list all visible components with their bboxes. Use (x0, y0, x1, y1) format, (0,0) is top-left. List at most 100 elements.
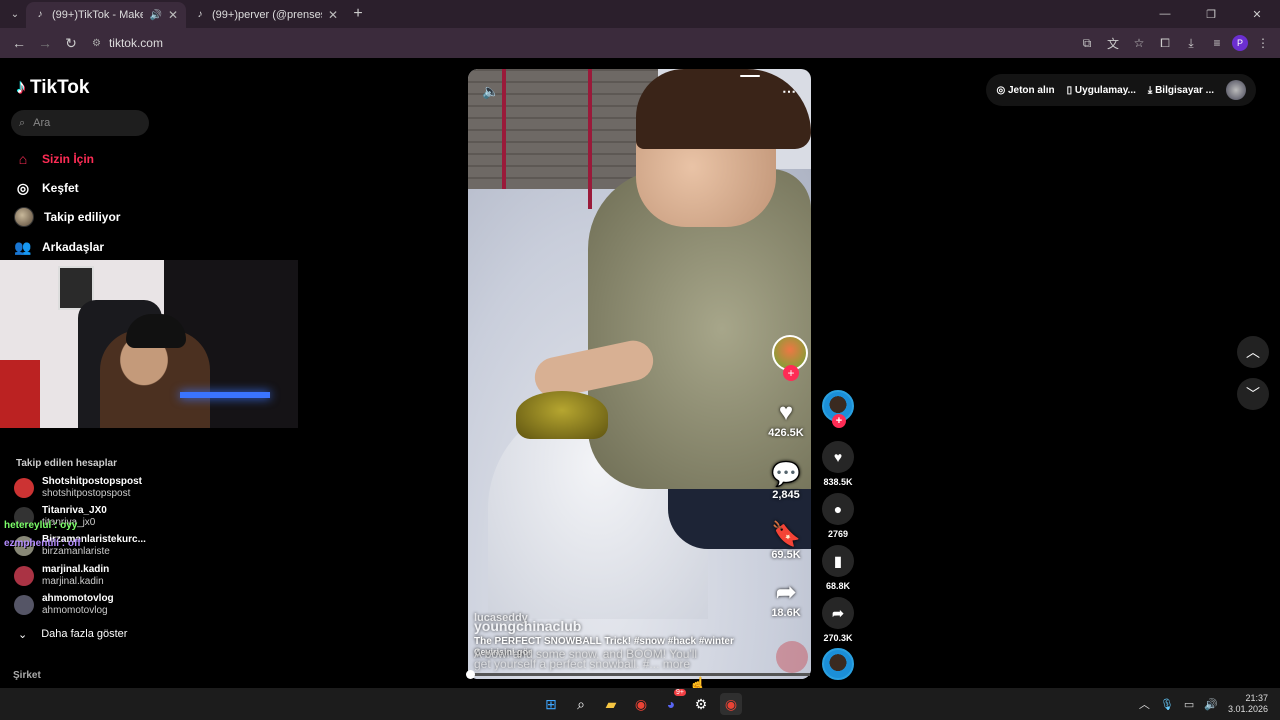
network-icon[interactable]: ▭ (1184, 698, 1194, 711)
home-icon: ⌂ (18, 151, 28, 167)
follow-plus-icon[interactable]: + (832, 414, 846, 428)
show-more-button[interactable]: ⌄ Daha fazla göster (18, 628, 127, 641)
forward-icon[interactable]: → (32, 35, 58, 51)
bookmark-icon: 🔖 (771, 521, 801, 548)
close-window-icon[interactable]: ✕ (1234, 8, 1280, 21)
discord-icon[interactable]: ◕ 9+ (660, 689, 686, 715)
discord-badge: 9+ (674, 689, 686, 696)
browser-tab-tiktok[interactable]: ♪ (99+)TikTok - Make Your Da 🔊 ✕ (26, 2, 186, 28)
extensions-icon[interactable]: ⧠ (1154, 36, 1176, 51)
previous-video-button[interactable]: ︿ (1237, 336, 1269, 368)
get-coins-button[interactable]: ◎ Jeton alın (996, 85, 1054, 96)
tab-close-icon[interactable]: ✕ (168, 8, 178, 22)
video-player[interactable]: 🔈 ⋯ + ♥ 426.5K 💬 2,845 🔖 69.5K ➦ 18.6K l… (468, 69, 811, 679)
next-video-button[interactable]: ﹀ (1237, 378, 1269, 410)
share-icon: ➦ (775, 579, 797, 606)
share-count: 270.3K (823, 633, 853, 643)
nav-following[interactable]: Takip ediliyor (14, 207, 120, 227)
nav-for-you[interactable]: ⌂ Sizin İçin (14, 150, 94, 168)
video-title: The PERFECT SNOWBALL Trick! #snow #hack … (474, 636, 734, 647)
nav-label: Sizin İçin (42, 152, 95, 166)
url-field[interactable]: ⚙ tiktok.com (84, 31, 1064, 55)
menu-kebab-icon[interactable]: ⋮ (1252, 36, 1274, 50)
minimize-icon[interactable]: — (1142, 8, 1188, 21)
tiktok-note-icon: ♪ (16, 76, 26, 98)
windows-start-icon[interactable]: ⊞ (540, 693, 562, 715)
tab-close-icon[interactable]: ✕ (328, 8, 338, 22)
video-progress-bar[interactable] (466, 670, 810, 679)
account-name: Titanriva_JX0 (42, 505, 107, 516)
address-bar: ← → ↻ ⚙ tiktok.com ⧉ 文 ☆ ⧠ ⤓ ≡ P ⋮ (0, 28, 1280, 58)
new-tab-button[interactable]: + (346, 5, 370, 23)
restore-icon[interactable]: ❐ (1188, 8, 1234, 21)
nav-explore[interactable]: ◎ Keşfet (14, 179, 79, 197)
pc-app-button[interactable]: ⤓ Bilgisayar ... (1148, 85, 1214, 96)
settings-icon[interactable]: ⚙ (690, 693, 712, 715)
translate-icon[interactable]: 文 (1102, 35, 1124, 52)
chrome-icon-active[interactable]: ◉ (720, 693, 742, 715)
save-button[interactable]: ▮ 68.8K (818, 545, 858, 591)
show-more-label: Daha fazla göster (41, 628, 128, 640)
creator-avatar-button[interactable]: + (818, 390, 858, 428)
share-icon[interactable]: ➦ (822, 597, 854, 629)
bookmark-star-icon[interactable]: ☆ (1128, 36, 1150, 50)
overlay-comment-count: 2,845 (772, 489, 800, 501)
overlay-save: 🔖 69.5K (765, 521, 807, 561)
heart-icon: ♥ (778, 399, 794, 426)
comment-icon[interactable]: ● (822, 493, 854, 525)
more-options-icon[interactable]: ⋯ (782, 83, 796, 100)
like-button[interactable]: ♥ 838.5K (818, 441, 858, 487)
get-app-button[interactable]: ▯ Uygulamay... (1067, 85, 1136, 96)
video-caption: lucaseddy youngchinaclub The PERFECT SNO… (474, 612, 804, 671)
share-button[interactable]: ➦ 270.3K (818, 597, 858, 643)
audio-icon[interactable]: 🔊 (149, 10, 161, 21)
bookmark-icon[interactable]: ▮ (822, 545, 854, 577)
sound-disc-icon[interactable] (822, 648, 854, 680)
tray-chevron-up-icon[interactable]: ︿ (1139, 696, 1150, 712)
account-handle: shotshitpostopspost (42, 488, 131, 499)
sound-avatar[interactable] (818, 648, 858, 680)
download-icon[interactable]: ⤓ (1180, 36, 1202, 51)
compass-icon: ◎ (16, 179, 30, 196)
search-icon: ⌕ (19, 116, 26, 129)
chrome-icon[interactable]: ◉ (630, 693, 652, 715)
volume-icon[interactable]: 🔊 (1204, 698, 1218, 711)
install-app-icon[interactable]: ⧉ (1076, 36, 1098, 51)
browser-tab-strip: ⌄ ♪ (99+)TikTok - Make Your Da 🔊 ✕ ♪ (99… (0, 0, 1280, 28)
microphone-icon[interactable]: 🎙 (1160, 698, 1174, 711)
overlay-like-count: 426.5K (768, 427, 804, 439)
volume-icon[interactable]: 🔈 (482, 83, 499, 100)
reading-list-icon[interactable]: ≡ (1206, 36, 1228, 50)
comment-icon: 💬 (771, 461, 801, 488)
user-avatar[interactable] (1226, 80, 1246, 100)
tiktok-page: ♪ TikTok ⌕ Ara ⌂ Sizin İçin ◎ Keşfet Tak… (0, 58, 1280, 688)
following-account-item[interactable]: ahmomotovlog ahmomotovlog (14, 593, 114, 617)
comment-count: 2769 (827, 529, 849, 539)
site-info-icon[interactable]: ⚙ (92, 38, 101, 49)
profile-avatar[interactable]: P (1232, 35, 1248, 51)
back-icon[interactable]: ← (6, 35, 32, 51)
search-icon[interactable]: ⌕ (570, 693, 592, 715)
file-explorer-icon[interactable]: ▰ (600, 693, 622, 715)
heart-icon[interactable]: ♥ (822, 441, 854, 473)
search-input[interactable]: ⌕ Ara (11, 110, 149, 136)
video-description-more[interactable]: get yourself a perfect snowball. #... mo… (474, 657, 804, 671)
progress-handle[interactable] (466, 670, 475, 679)
tab-search-icon[interactable]: ⌄ (4, 3, 26, 25)
comment-button[interactable]: ● 2769 (818, 493, 858, 539)
following-avatar-icon (14, 207, 34, 227)
clock[interactable]: 21:37 3.01.2026 (1228, 693, 1268, 715)
nav-friends[interactable]: 👥 Arkadaşlar (14, 238, 104, 256)
tab-label: (99+)perver (@prensesperver) | (212, 9, 322, 21)
reload-icon[interactable]: ↻ (58, 35, 84, 52)
friends-icon: 👥 (14, 238, 32, 255)
following-accounts-title: Takip edilen hesaplar (16, 458, 117, 469)
browser-tab-perver[interactable]: ♪ (99+)perver (@prensesperver) | ✕ (186, 2, 346, 28)
video-username[interactable]: youngchinaclub (474, 618, 804, 634)
tiktok-logo[interactable]: ♪ TikTok (16, 76, 89, 99)
following-account-item[interactable]: marjinal.kadin marjinal.kadin (14, 564, 109, 588)
following-account-item[interactable]: Shotshitpostopspost shotshitpostopspost (14, 476, 142, 500)
avatar (14, 595, 34, 615)
windows-taskbar: ⊞ ⌕ ▰ ◉ ◕ 9+ ⚙ ◉ ︿ 🎙 ▭ 🔊 21:37 3.01.2026 (0, 688, 1280, 720)
url-text: tiktok.com (108, 36, 163, 50)
